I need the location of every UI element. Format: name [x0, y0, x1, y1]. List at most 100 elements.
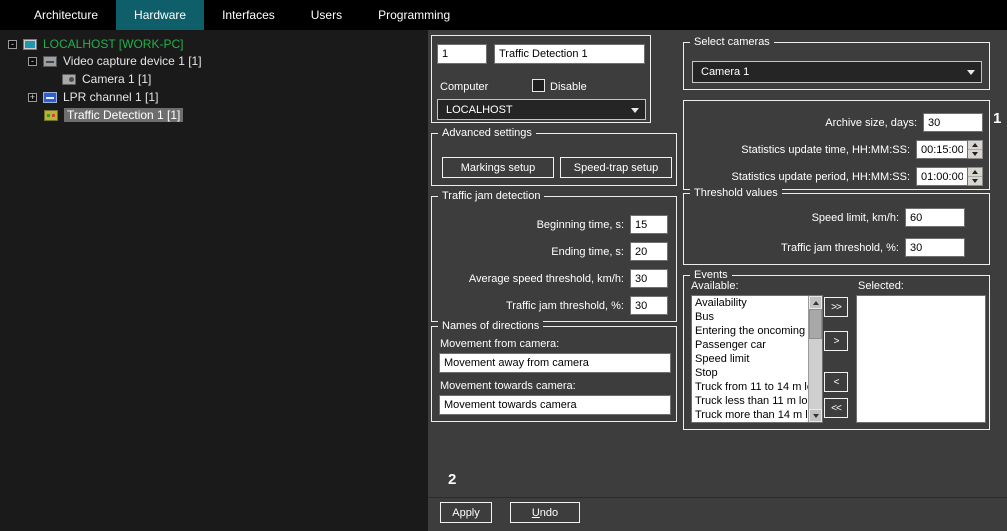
markings-setup-label: Markings setup	[461, 162, 536, 174]
tree-item-localhost[interactable]: LOCALHOST [WORK-PC]	[8, 35, 183, 53]
statistics-update-period-input[interactable]	[916, 167, 968, 186]
speed-limit-input[interactable]	[905, 208, 965, 227]
tree-item-traffic-detection[interactable]: Traffic Detection 1 [1]	[44, 106, 183, 124]
move-left-button[interactable]: <	[824, 372, 848, 392]
tree-item-camera[interactable]: Camera 1 [1]	[62, 70, 151, 88]
computer-icon	[23, 39, 37, 50]
list-item[interactable]: Passenger car	[692, 338, 808, 352]
spinner-down-icon[interactable]	[968, 177, 982, 185]
footer-divider	[428, 497, 1007, 498]
ending-time-input[interactable]	[630, 242, 668, 261]
list-item[interactable]: Availability	[692, 296, 808, 310]
disable-checkbox-label: Disable	[550, 81, 587, 93]
undo-button-label-rest: ndo	[540, 507, 558, 519]
speed-trap-setup-label: Speed-trap setup	[574, 162, 658, 174]
camera-select[interactable]: Camera 1	[692, 61, 982, 83]
speed-limit-label: Speed limit, km/h:	[812, 212, 899, 224]
collapse-expander-icon[interactable]	[8, 40, 17, 49]
annotation-marker-2: 2	[448, 471, 456, 488]
move-all-left-label: <<	[831, 403, 841, 414]
collapse-expander-icon[interactable]	[28, 57, 37, 66]
tab-hardware[interactable]: Hardware	[116, 0, 204, 30]
spinner-up-icon[interactable]	[968, 168, 982, 177]
selected-events-label: Selected:	[858, 280, 904, 292]
computer-select-value: LOCALHOST	[446, 104, 513, 116]
movement-towards-camera-input[interactable]	[439, 395, 671, 415]
directions-legend: Names of directions	[438, 319, 543, 334]
statistics-update-period-label: Statistics update period, HH:MM:SS:	[731, 171, 910, 183]
tab-architecture[interactable]: Architecture	[16, 0, 116, 30]
tab-users[interactable]: Users	[293, 0, 360, 30]
threshold-values-legend: Threshold values	[690, 186, 782, 201]
tab-interfaces-label: Interfaces	[222, 8, 275, 22]
list-item[interactable]: Truck from 11 to 14 m long	[692, 380, 808, 394]
advanced-settings-legend: Advanced settings	[438, 126, 536, 141]
list-item[interactable]: Entering the oncoming lane	[692, 324, 808, 338]
traffic-jam-threshold-input[interactable]	[630, 296, 668, 315]
average-speed-threshold-input[interactable]	[630, 269, 668, 288]
list-item[interactable]: Truck less than 11 m long	[692, 394, 808, 408]
select-cameras-groupbox: Select cameras Camera 1	[683, 42, 990, 90]
tab-interfaces[interactable]: Interfaces	[204, 0, 293, 30]
selected-events-list[interactable]	[856, 295, 986, 423]
tab-hardware-label: Hardware	[134, 8, 186, 22]
computer-select[interactable]: LOCALHOST	[437, 99, 646, 120]
archive-size-input[interactable]	[923, 113, 983, 132]
spinner-up-icon[interactable]	[968, 141, 982, 150]
scroll-down-icon[interactable]	[809, 409, 822, 422]
list-item[interactable]: Speed limit	[692, 352, 808, 366]
average-speed-threshold-label: Average speed threshold, km/h:	[469, 273, 624, 285]
apply-button-label: Apply	[452, 507, 480, 519]
traffic-jam-threshold-label: Traffic jam threshold, %:	[506, 300, 624, 312]
archive-size-label: Archive size, days:	[825, 117, 917, 129]
apply-button[interactable]: Apply	[440, 502, 492, 523]
undo-button[interactable]: Undo	[510, 502, 580, 523]
spinner-down-icon[interactable]	[968, 150, 982, 158]
scrollbar-thumb[interactable]	[809, 309, 822, 339]
app-window: Architecture Hardware Interfaces Users P…	[0, 0, 1007, 531]
move-right-label: >	[834, 336, 839, 347]
tab-programming-label: Programming	[378, 8, 450, 22]
directions-groupbox: Names of directions Movement from camera…	[431, 326, 677, 422]
list-item[interactable]: Truck more than 14 m long	[692, 408, 808, 422]
available-events-label: Available:	[691, 280, 739, 292]
disable-checkbox[interactable]	[532, 79, 545, 92]
speed-trap-setup-button[interactable]: Speed-trap setup	[560, 157, 672, 178]
tree-item-video-capture-device[interactable]: Video capture device 1 [1]	[28, 52, 202, 70]
statistics-update-period-spinner	[968, 167, 983, 186]
traffic-jam-threshold-pct-input[interactable]	[905, 238, 965, 257]
expand-expander-icon[interactable]	[28, 93, 37, 102]
move-all-left-button[interactable]: <<	[824, 398, 848, 418]
scroll-up-icon[interactable]	[809, 296, 822, 309]
available-events-list[interactable]: Availability Bus Entering the oncoming l…	[691, 295, 823, 423]
tree-item-localhost-label: LOCALHOST [WORK-PC]	[43, 37, 183, 51]
move-right-button[interactable]: >	[824, 331, 848, 351]
object-name-input[interactable]	[494, 44, 645, 64]
tab-users-label: Users	[311, 8, 342, 22]
threshold-values-groupbox: Threshold values Speed limit, km/h: Traf…	[683, 193, 990, 265]
tab-programming[interactable]: Programming	[360, 0, 468, 30]
list-item[interactable]: Stop	[692, 366, 808, 380]
move-all-right-label: >>	[831, 302, 841, 313]
annotation-marker-1: 1	[993, 110, 1001, 127]
markings-setup-button[interactable]: Markings setup	[442, 157, 554, 178]
object-id-input[interactable]	[437, 44, 487, 64]
beginning-time-label: Beginning time, s:	[537, 219, 624, 231]
movement-from-camera-input[interactable]	[439, 353, 671, 373]
traffic-detection-icon	[44, 110, 58, 121]
beginning-time-input[interactable]	[630, 215, 668, 234]
move-all-right-button[interactable]: >>	[824, 297, 848, 317]
vertical-scrollbar[interactable]	[808, 296, 822, 422]
tree-item-camera-label: Camera 1 [1]	[82, 72, 151, 86]
undo-button-label: U	[532, 507, 540, 519]
movement-from-camera-label: Movement from camera:	[440, 338, 559, 350]
camera-icon	[62, 74, 76, 85]
chevron-down-icon	[631, 108, 639, 113]
list-item[interactable]: Bus	[692, 310, 808, 324]
device-tree: LOCALHOST [WORK-PC] Video capture device…	[0, 30, 428, 531]
select-cameras-legend: Select cameras	[690, 35, 774, 50]
tree-item-lpr-channel[interactable]: LPR channel 1 [1]	[28, 88, 158, 106]
statistics-update-time-input[interactable]	[916, 140, 968, 159]
tree-item-lpr-label: LPR channel 1 [1]	[63, 90, 158, 104]
traffic-jam-threshold-pct-label: Traffic jam threshold, %:	[781, 242, 899, 254]
